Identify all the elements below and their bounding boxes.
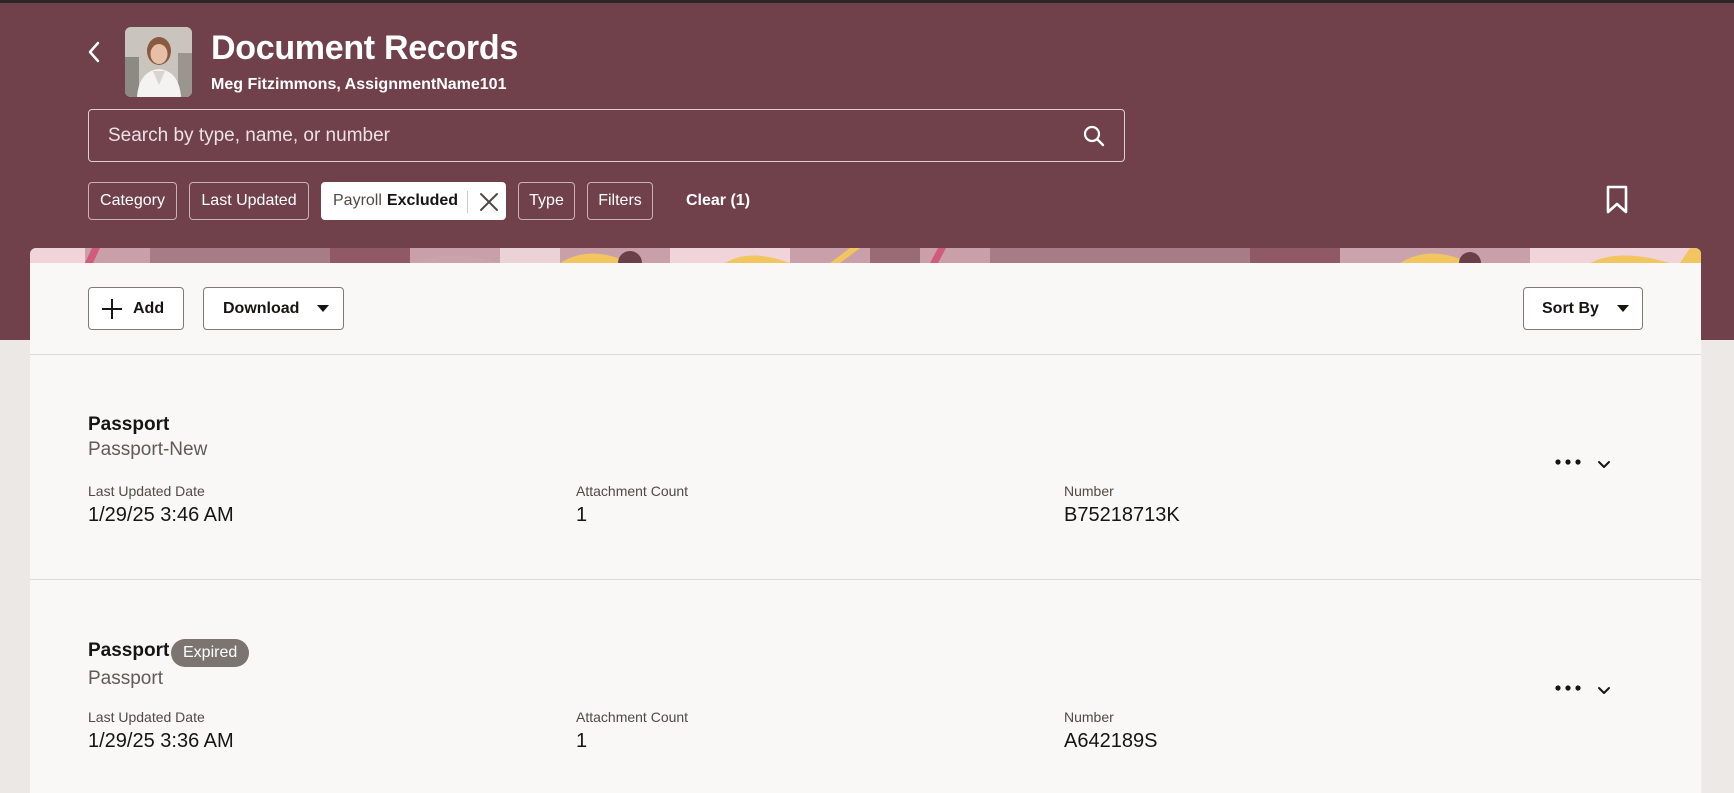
number-label: Number [1064,483,1114,499]
records-toolbar: Add Download Sort By [30,263,1701,355]
number-label: Number [1064,709,1114,725]
last-updated-label: Last Updated Date [88,483,205,499]
search-input[interactable] [89,110,1049,161]
filter-chip-payroll-value: Excluded [386,192,459,209]
search-icon[interactable] [1082,124,1106,148]
caret-down-icon [317,305,329,312]
filter-chip-last-updated[interactable]: Last Updated [189,182,309,220]
page-title: Document Records [211,29,518,67]
filter-chip-category[interactable]: Category [88,182,177,220]
download-button[interactable]: Download [203,287,344,330]
back-chevron-icon [88,41,100,63]
filter-chip-filters[interactable]: Filters [587,182,653,220]
more-horizontal-icon[interactable] [1553,454,1585,470]
background-right [1702,340,1734,793]
filter-chip-type[interactable]: Type [518,182,575,220]
filter-chip-last-updated-label: Last Updated [201,192,297,209]
last-updated-value: 1/29/25 3:46 AM [88,504,234,526]
attachment-count-label: Attachment Count [576,709,689,725]
search-box [88,109,1125,162]
bookmark-icon[interactable] [1604,185,1630,215]
sort-by-button-label: Sort By [1542,299,1599,317]
record-title: Passport [88,414,170,435]
close-icon[interactable] [478,191,500,213]
download-button-label: Download [223,299,300,317]
filter-chip-payroll-prefix: Payroll [333,192,382,209]
record-title: Passport [88,640,170,661]
back-button[interactable] [82,37,106,67]
record-subtitle: Passport [88,668,163,689]
add-button[interactable]: Add [88,287,184,330]
chip-divider [467,191,468,213]
caret-down-icon [1617,305,1629,312]
attachment-count-value: 1 [576,730,588,752]
last-updated-label: Last Updated Date [88,709,205,725]
page-subtitle: Meg Fitzimmons, AssignmentName101 [211,76,507,93]
attachment-count-label: Attachment Count [576,483,689,499]
chevron-down-icon[interactable] [1595,455,1613,473]
filter-chip-type-label: Type [529,192,564,209]
record-subtitle: Passport-New [88,439,208,460]
sort-by-button[interactable]: Sort By [1523,287,1643,330]
number-value: B75218713K [1064,504,1180,526]
filter-chip-payroll[interactable]: Payroll Excluded [321,182,506,220]
records-panel: Add Download Sort By Passport Passport-N… [30,263,1701,793]
clear-filters-link[interactable]: Clear (1) [686,192,750,210]
list-item[interactable]: Passport Passport-New Last Updated Date … [30,355,1701,580]
filter-chip-filters-label: Filters [598,192,642,209]
more-horizontal-icon[interactable] [1553,680,1585,696]
number-value: A642189S [1064,730,1158,752]
avatar [125,27,192,97]
add-button-label: Add [133,299,165,317]
background-left [0,340,30,793]
decorative-banner [30,248,1701,263]
last-updated-value: 1/29/25 3:36 AM [88,730,234,752]
filter-chip-category-label: Category [100,192,165,209]
plus-icon [102,299,122,319]
list-item[interactable]: Passport Expired Passport Last Updated D… [30,581,1701,793]
status-badge: Expired [171,639,250,667]
attachment-count-value: 1 [576,504,588,526]
chevron-down-icon[interactable] [1595,681,1613,699]
